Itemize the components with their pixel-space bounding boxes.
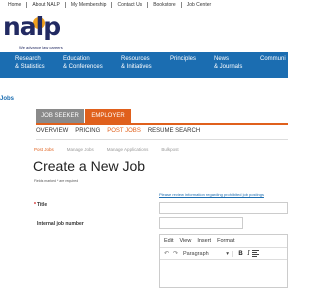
required-note: Fields marked * are required bbox=[34, 179, 79, 183]
top-link-home[interactable]: Home bbox=[0, 1, 28, 8]
crumb-manage-jobs[interactable]: Manage Jobs bbox=[67, 147, 94, 152]
top-link-bookstore[interactable]: Bookstore bbox=[148, 1, 182, 8]
nav-resources-line1: Resources bbox=[121, 56, 150, 62]
top-utility-bar: Home About NALP My Membership Contact Us… bbox=[0, 0, 288, 9]
nav-research[interactable]: Research & Statistics bbox=[15, 52, 45, 71]
title-label: *Title bbox=[34, 202, 47, 208]
bold-button[interactable]: B bbox=[236, 251, 245, 257]
nav-news-line1: News bbox=[214, 56, 230, 62]
editor-menubar: Edit View Insert Format bbox=[160, 235, 287, 247]
nav-news[interactable]: News & Journals bbox=[214, 52, 242, 71]
subnav-divider bbox=[36, 139, 288, 140]
editor-toolbar: ↶ ↷ Paragraph ▾ B I bbox=[160, 247, 287, 260]
job-number-label: Internal job number bbox=[37, 221, 84, 227]
logo-wordmark: nalp bbox=[3, 12, 61, 41]
italic-button[interactable]: I bbox=[245, 250, 252, 257]
editor-menu-format[interactable]: Format bbox=[217, 238, 234, 244]
top-link-about[interactable]: About NALP bbox=[27, 1, 66, 8]
sidebar-jobs-label[interactable]: Jobs bbox=[0, 96, 14, 102]
crumb-bulkpost[interactable]: Bulkpost bbox=[161, 147, 178, 152]
prohibited-postings-link[interactable]: Please review information regarding proh… bbox=[159, 192, 264, 197]
format-select-value: Paragraph bbox=[183, 250, 209, 257]
nav-news-line2: & Journals bbox=[214, 63, 243, 70]
tab-underline bbox=[36, 123, 288, 125]
description-editor[interactable]: Edit View Insert Format ↶ ↷ Paragraph ▾ … bbox=[159, 234, 288, 288]
nav-education[interactable]: Education & Conferences bbox=[63, 52, 103, 71]
nav-education-line1: Education bbox=[63, 56, 90, 62]
logo-tagline: We advance law careers bbox=[19, 45, 63, 50]
chevron-down-icon: ▾ bbox=[226, 250, 229, 257]
nav-education-line2: & Conferences bbox=[63, 63, 103, 70]
editor-menu-insert[interactable]: Insert bbox=[197, 238, 211, 244]
tab-employer[interactable]: EMPLOYER bbox=[85, 109, 131, 123]
nalp-logo[interactable]: nalp We advance law careers bbox=[3, 13, 63, 53]
nav-resources[interactable]: Resources & Initiatives bbox=[121, 52, 152, 71]
top-link-membership[interactable]: My Membership bbox=[66, 1, 113, 8]
employer-subnav: OVERVIEW PRICING POST JOBS RESUME SEARCH bbox=[36, 128, 207, 136]
redo-icon[interactable]: ↷ bbox=[171, 250, 180, 257]
main-navigation: Research & Statistics Education & Confer… bbox=[0, 52, 288, 78]
editor-menu-view[interactable]: View bbox=[179, 238, 191, 244]
subnav-overview[interactable]: OVERVIEW bbox=[36, 128, 68, 136]
nav-research-line2: & Statistics bbox=[15, 63, 45, 70]
subnav-pricing[interactable]: PRICING bbox=[75, 128, 100, 136]
editor-menu-edit[interactable]: Edit bbox=[164, 238, 173, 244]
subnav-post-jobs[interactable]: POST JOBS bbox=[107, 128, 141, 136]
nav-principles-line1: Principles bbox=[170, 56, 197, 62]
undo-icon[interactable]: ↶ bbox=[162, 250, 171, 257]
nav-principles[interactable]: Principles bbox=[170, 52, 196, 64]
top-link-contact[interactable]: Contact Us bbox=[112, 1, 149, 8]
title-label-text: Title bbox=[36, 202, 48, 208]
nav-resources-line2: & Initiatives bbox=[121, 63, 152, 70]
align-left-icon[interactable] bbox=[252, 250, 260, 257]
required-marker: * bbox=[34, 202, 36, 208]
job-number-input[interactable] bbox=[159, 217, 243, 229]
nav-community-line1: Communi bbox=[260, 56, 286, 62]
crumb-manage-applications[interactable]: Manage Applications bbox=[107, 147, 149, 152]
title-input[interactable] bbox=[159, 202, 288, 214]
nav-community[interactable]: Communi bbox=[260, 52, 286, 64]
page-title: Create a New Job bbox=[33, 158, 146, 174]
subnav-resume-search[interactable]: RESUME SEARCH bbox=[148, 128, 200, 136]
post-jobs-crumbs: Post Jobs Manage Jobs Manage Application… bbox=[34, 147, 192, 152]
top-link-job-center[interactable]: Job Center bbox=[182, 2, 216, 8]
crumb-post-jobs[interactable]: Post Jobs bbox=[34, 147, 54, 152]
nav-research-line1: Research bbox=[15, 56, 41, 62]
tab-job-seeker[interactable]: JOB SEEKER bbox=[36, 109, 84, 123]
format-select[interactable]: Paragraph ▾ bbox=[183, 250, 233, 257]
